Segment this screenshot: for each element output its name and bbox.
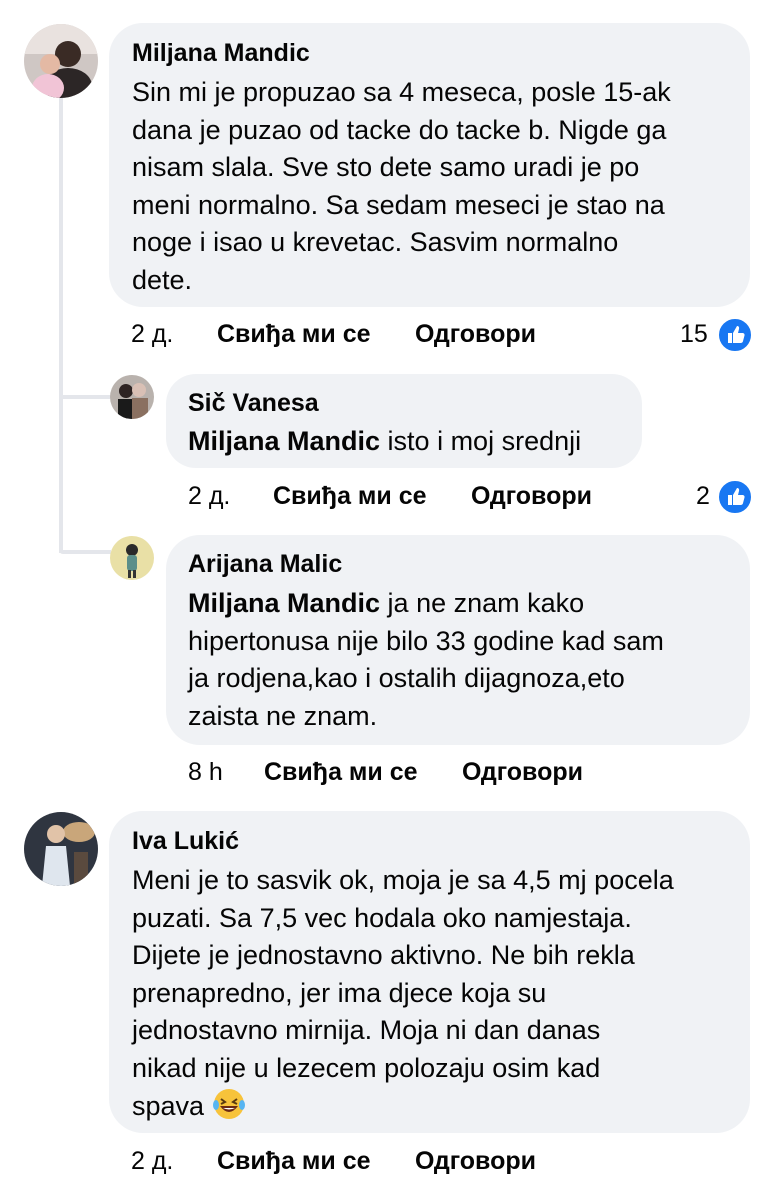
comment-time[interactable]: 2 д.	[131, 1144, 173, 1178]
comment-text-line: noge i isao u krevetac. Sasvim normalno	[132, 227, 619, 257]
reaction-count: 15	[680, 320, 708, 348]
profile-photo-icon	[110, 375, 154, 419]
comment-author[interactable]: Arijana Malic	[188, 549, 750, 579]
comment-text-line: zaista ne znam.	[188, 700, 378, 731]
reply-button[interactable]: Одговори	[415, 1144, 536, 1178]
avatar[interactable]	[24, 812, 98, 886]
comment-bubble: Iva Lukić Meni je to sasvik ok, moja je …	[109, 811, 750, 1133]
comment-author[interactable]: Iva Lukić	[132, 826, 750, 856]
reaction-count: 2	[696, 482, 710, 510]
reply-button[interactable]: Одговори	[415, 317, 536, 351]
comment-text-line: Meni je to sasvik ok, moja je sa 4,5 mj …	[132, 865, 674, 895]
mention-link[interactable]: Miljana Mandic	[188, 426, 380, 456]
avatar[interactable]	[110, 375, 154, 419]
thread-line-branch-2	[59, 550, 111, 554]
comment-text-line: meni normalno. Sa sedam meseci je stao n…	[132, 189, 665, 220]
comment-text-line: hipertonusa nije bilo 33 godine kad sam	[188, 625, 664, 656]
profile-photo-icon	[110, 536, 154, 580]
comment-actions: 2 д. Свиђа ми се Одговори	[188, 479, 608, 513]
reply-button[interactable]: Одговори	[462, 755, 583, 789]
comment-text-line: nikad nije u lezecem polozaju osim kad	[132, 1052, 601, 1083]
comment-actions: 8 h Свиђа ми се Одговори	[188, 755, 608, 789]
like-button[interactable]: Свиђа ми се	[264, 755, 418, 789]
comment-text-line: dana je puzao od tacke do tacke b. Nigde…	[132, 114, 667, 145]
reaction-summary[interactable]: 15	[680, 317, 753, 353]
comment-text-line: ja rodjena,kao i ostalih dijagnoza,eto	[188, 663, 625, 693]
comment-text-line: Miljana Mandic ja ne znam kako	[188, 588, 585, 618]
thread-line-vertical	[59, 98, 63, 553]
profile-photo-icon	[24, 24, 98, 98]
avatar[interactable]	[24, 24, 98, 98]
mention-link[interactable]: Miljana Mandic	[188, 588, 380, 618]
comment-time[interactable]: 2 д.	[131, 317, 173, 351]
laughing-tears-emoji-icon	[212, 1089, 245, 1119]
comment-text-line: puzati. Sa 7,5 vec hodala oko namjestaja…	[132, 902, 632, 933]
comment-actions: 2 д. Свиђа ми се Одговори	[131, 317, 536, 351]
comment-bubble: Arijana Malic Miljana Mandic ja ne znam …	[166, 535, 750, 745]
comment-author[interactable]: Miljana Mandic	[132, 38, 750, 68]
comment-text-line: spava	[132, 1087, 750, 1126]
reply-button[interactable]: Одговори	[471, 479, 592, 513]
like-button[interactable]: Свиђа ми се	[217, 317, 371, 351]
comment-text: Miljana Mandic isto i moj srednji	[188, 426, 582, 456]
thumbs-up-icon	[717, 479, 753, 515]
like-button[interactable]: Свиђа ми се	[217, 1144, 371, 1178]
comment-text-line: Dijete je jednostavno aktivno. Ne bih re…	[132, 940, 635, 970]
like-button[interactable]: Свиђа ми се	[273, 479, 427, 513]
thread-line-branch-1	[59, 395, 111, 399]
comment-time[interactable]: 2 д.	[188, 479, 230, 513]
comment-text-line: jednostavno mirnija. Moja ni dan danas	[132, 1015, 601, 1045]
comment-actions: 2 д. Свиђа ми се Одговори	[131, 1144, 551, 1178]
comment-bubble: Miljana Mandic Sin mi je propuzao sa 4 m…	[109, 23, 750, 307]
comment-text-line: prenapredno, jer ima djece koja su	[132, 977, 547, 1008]
comment-author[interactable]: Sič Vanesa	[188, 388, 642, 418]
comment-text-line: dete.	[132, 264, 193, 295]
thumbs-up-icon	[717, 317, 753, 353]
comment-text-line: nisam slala. Sve sto dete samo uradi je …	[132, 152, 640, 182]
comment-text-line: Sin mi je propuzao sa 4 meseca, posle 15…	[132, 77, 671, 107]
comment-time[interactable]: 8 h	[188, 755, 223, 789]
comment-bubble: Sič Vanesa Miljana Mandic isto i moj sre…	[166, 374, 642, 468]
reaction-summary[interactable]: 2	[696, 479, 753, 515]
profile-photo-icon	[24, 812, 98, 886]
avatar[interactable]	[110, 536, 154, 580]
